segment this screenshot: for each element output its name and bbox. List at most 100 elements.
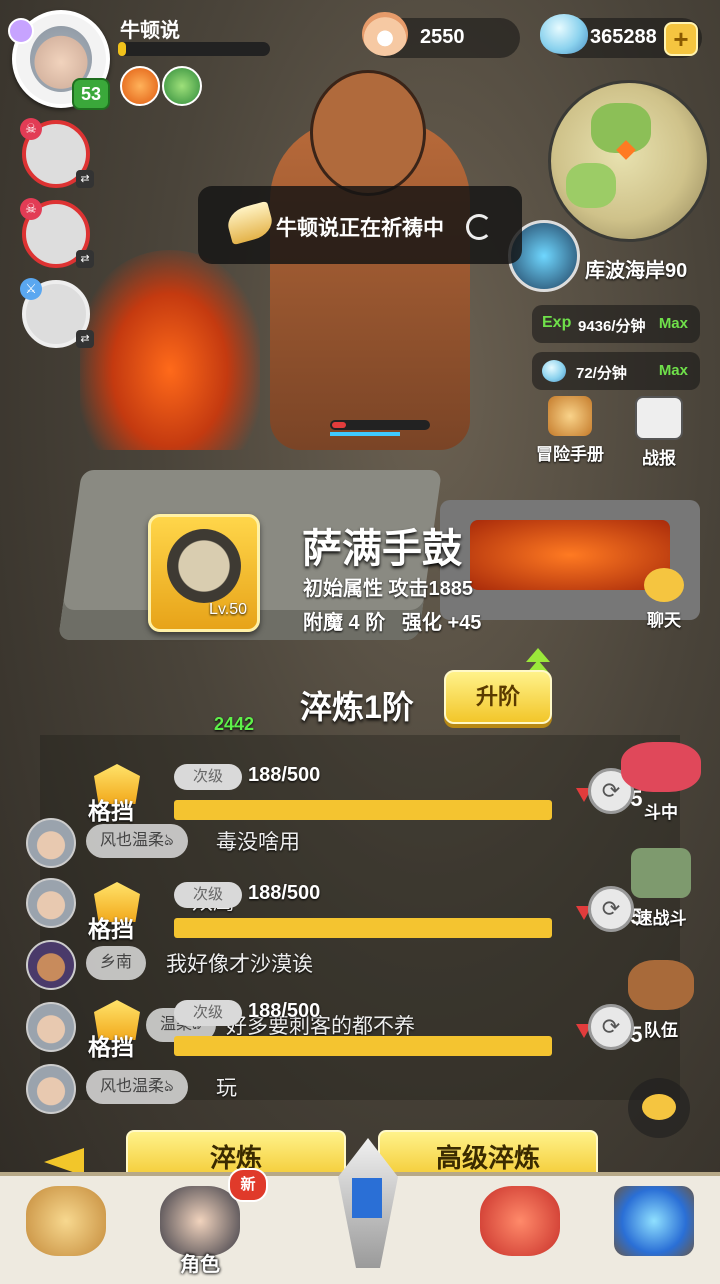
team-member-1[interactable]: ☠ ⇄ [20, 118, 94, 188]
gem-max: Max [658, 362, 688, 379]
tab-pets[interactable] [470, 1180, 570, 1276]
chat-face-icon [644, 568, 684, 602]
temper-stat-row: 格挡 次级 188/500 35 ⟳ [88, 1000, 642, 1078]
handbook-button[interactable]: 冒险手册 [530, 396, 610, 465]
exp-key: Exp [542, 314, 572, 331]
stat-grade: 次级 [174, 764, 242, 790]
exp-rate-value: 9436/分钟 [578, 318, 646, 335]
vip-icon [8, 18, 34, 44]
team-button[interactable]: 队伍 [614, 960, 708, 1041]
item-name: 萨满手鼓 [302, 527, 462, 571]
tab-portal[interactable] [604, 1180, 704, 1276]
loading-spinner-icon [466, 214, 492, 240]
chat-avatar [26, 1064, 76, 1114]
sword-icon: ⚔ [20, 278, 42, 300]
stat-progress-bar [174, 800, 552, 820]
swap-icon: ⇄ [76, 170, 94, 188]
forge-fire [80, 250, 260, 450]
book-icon [548, 396, 592, 436]
temper-stat-row: 格挡 次级 188/500 35 ⟳ [88, 764, 642, 842]
battle-report-button[interactable]: 战报 [624, 396, 694, 469]
skull-icon: ☠ [20, 198, 42, 220]
item-enchant: 附魔 4 阶 强化 +45 [303, 612, 482, 634]
player-level-badge: 53 [72, 78, 110, 110]
portal-icon [614, 1186, 694, 1256]
battle-status-label: 斗中 [644, 803, 678, 822]
player-xp-bar [118, 42, 270, 56]
skull-icon: ☠ [20, 118, 42, 140]
chat-avatar [26, 940, 76, 990]
stat-progress-bar [174, 1036, 552, 1056]
team-member-3[interactable]: ⚔ ⇄ [20, 278, 94, 348]
add-gems-button[interactable]: + [664, 22, 698, 56]
hero-icon [160, 1186, 240, 1256]
stat-progress: 188/500 [248, 764, 321, 786]
monster-icon [621, 742, 701, 792]
chat-bubble-icon [642, 1094, 676, 1120]
stat-label: 格挡 [88, 916, 134, 942]
quick-battle-button[interactable]: 速战斗 [614, 848, 708, 929]
minimap-terrain [566, 163, 616, 208]
pearl-counter: 2550 [362, 12, 520, 58]
pearl-value: 2550 [420, 26, 465, 48]
minimap[interactable] [548, 80, 710, 242]
swap-icon: ⇄ [76, 330, 94, 348]
battle-report-label: 战报 [642, 449, 676, 468]
horn-icon [224, 200, 276, 246]
video-icon [635, 396, 683, 440]
stat-progress: 188/500 [248, 882, 321, 904]
stat-label: 格挡 [88, 798, 134, 824]
item-icon-frame[interactable]: Lv.50 [148, 514, 260, 632]
dino-icon [480, 1186, 560, 1256]
stat-grade: 次级 [174, 1000, 242, 1026]
hp-fill [332, 422, 346, 428]
player-name: 牛顿说 [120, 20, 180, 42]
power-value: 2442 [214, 714, 255, 734]
exp-rate: Exp 9436/分钟 Max [532, 305, 700, 343]
upgrade-button[interactable]: 升阶 [444, 670, 552, 724]
item-base-attr: 初始属性 攻击1885 [303, 578, 474, 600]
tab-forge[interactable] [308, 1128, 428, 1278]
totem-icon [631, 848, 691, 898]
item-level: Lv.50 [209, 601, 247, 618]
pearl-icon [362, 12, 408, 56]
chat-label: 聊天 [647, 611, 681, 630]
team-icon [628, 960, 694, 1010]
player-xp-fill [118, 42, 126, 56]
gem-icon [542, 360, 566, 382]
tab-camp[interactable] [16, 1180, 116, 1276]
chat-button[interactable]: 聊天 [634, 568, 694, 631]
sword-grip [352, 1178, 382, 1218]
gem-rate-value: 72/分钟 [576, 365, 627, 382]
chat-avatar [26, 878, 76, 928]
drum-icon [167, 529, 241, 603]
temper-stat-row: 格挡 次级 188/500 35 ⟳ [88, 882, 642, 960]
stat-progress: 188/500 [248, 1000, 321, 1022]
fire-buff-icon[interactable] [120, 66, 160, 106]
prayer-text: 牛顿说正在祈祷中 [276, 217, 444, 240]
chat-bubble-button[interactable] [628, 1078, 690, 1138]
temper-stage-title: 淬炼1阶 [300, 689, 414, 725]
tab-role-label: 角色 [180, 1254, 220, 1276]
team-label: 队伍 [644, 1021, 678, 1040]
exp-max: Max [658, 315, 688, 332]
new-badge: 新 [228, 1168, 268, 1202]
team-member-2[interactable]: ☠ ⇄ [20, 198, 94, 268]
gem-value: 365288 [590, 26, 657, 48]
hut-icon [26, 1186, 106, 1256]
gem-counter: 365288 + [540, 14, 702, 58]
stat-label: 格挡 [88, 1034, 134, 1060]
zone-name: 库波海岸90 [585, 260, 688, 282]
handbook-label: 冒险手册 [536, 445, 604, 464]
character-hp-bar [330, 420, 430, 430]
gem-rate: 72/分钟 Max [532, 352, 700, 390]
nature-buff-icon[interactable] [162, 66, 202, 106]
battle-status-button[interactable]: 斗中 [614, 742, 708, 823]
character-head [310, 70, 426, 196]
chat-avatar [26, 1002, 76, 1052]
character-mana-bar [330, 432, 400, 436]
stat-progress-bar [174, 918, 552, 938]
stat-grade: 次级 [174, 882, 242, 908]
swap-icon: ⇄ [76, 250, 94, 268]
gem-icon [540, 14, 588, 54]
